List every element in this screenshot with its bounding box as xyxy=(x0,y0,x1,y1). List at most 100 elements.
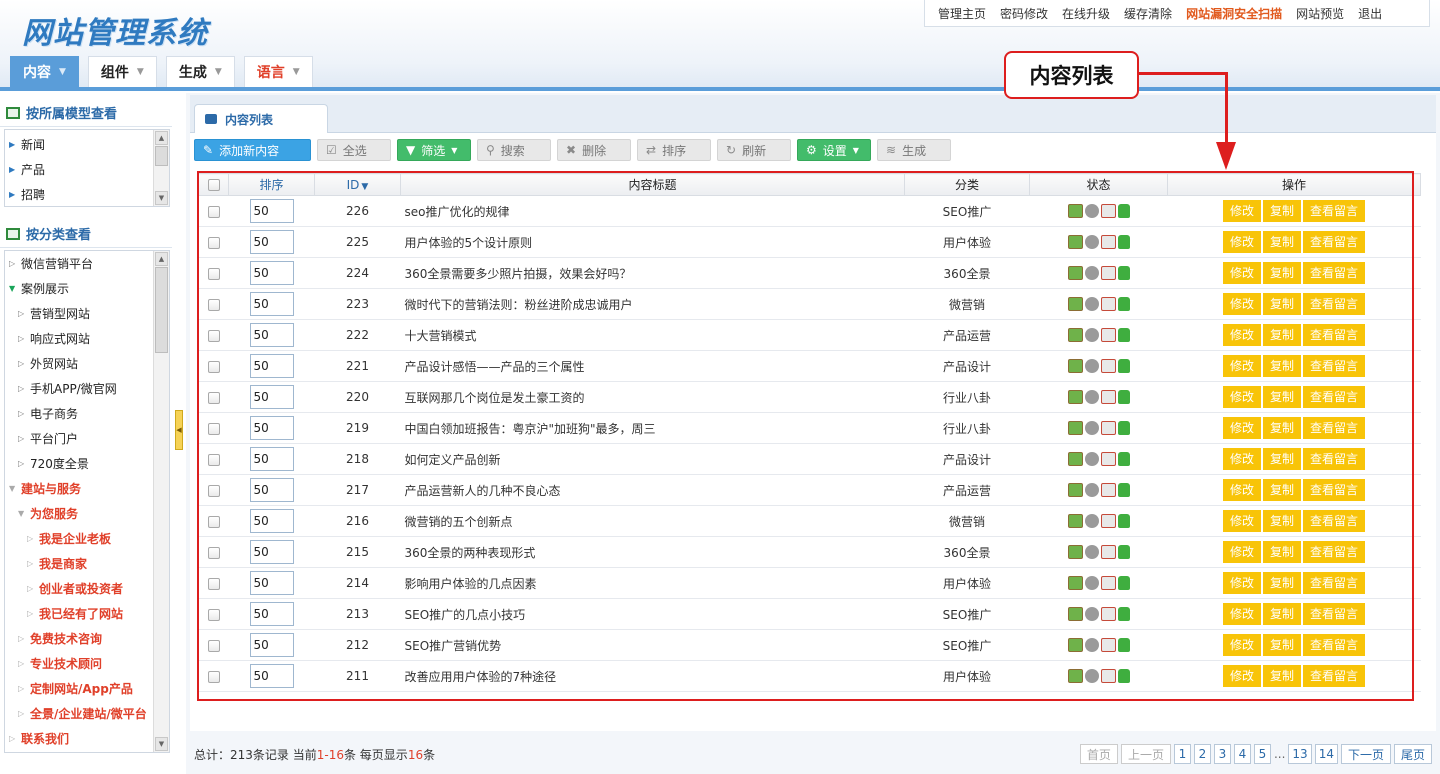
sidebar-category-item[interactable]: ▼ 案例展示 xyxy=(5,276,169,301)
page-number-button[interactable]: 2 xyxy=(1193,744,1211,764)
edit-button[interactable]: 修改 xyxy=(1222,603,1261,625)
lock-status-icon[interactable] xyxy=(1117,669,1130,684)
copy-button[interactable]: 复制 xyxy=(1262,200,1301,222)
sidebar-category-item[interactable]: ▷ 响应式网站 xyxy=(5,326,169,351)
cart-status-icon[interactable] xyxy=(1100,266,1116,281)
lock-status-icon[interactable] xyxy=(1117,638,1130,653)
caret-right-icon[interactable]: ▷ xyxy=(27,559,35,568)
sidebar-category-item[interactable]: ▷ 营销型网站 xyxy=(5,301,169,326)
view-comments-button[interactable]: 查看留言 xyxy=(1303,293,1366,315)
scroll-thumb[interactable] xyxy=(155,267,168,353)
copy-button[interactable]: 复制 xyxy=(1262,324,1301,346)
link-status-icon[interactable] xyxy=(1084,545,1099,560)
copy-button[interactable]: 复制 xyxy=(1262,262,1301,284)
view-comments-button[interactable]: 查看留言 xyxy=(1303,634,1366,656)
topnav-link[interactable]: 网站漏洞安全扫描 xyxy=(1179,5,1289,22)
sidebar-category-item[interactable]: ▷ 平台门户 xyxy=(5,426,169,451)
category-tree-scrollbar[interactable]: ▲ ▼ xyxy=(153,251,169,752)
caret-right-icon[interactable]: ▷ xyxy=(18,409,26,418)
cart-status-icon[interactable] xyxy=(1100,452,1116,467)
title-cell[interactable]: 改善应用用户体验的7种途径 xyxy=(400,660,905,692)
link-status-icon[interactable] xyxy=(1084,266,1099,281)
page-number-button[interactable]: 4 xyxy=(1233,744,1251,764)
sidebar-category-item[interactable]: ▼ 建站与服务 xyxy=(5,476,169,501)
sidebar-category-item[interactable]: ▷ 定制网站/App产品 xyxy=(5,676,169,701)
lock-status-icon[interactable] xyxy=(1117,421,1130,436)
row-checkbox[interactable] xyxy=(207,639,220,652)
cart-status-icon[interactable] xyxy=(1100,297,1116,312)
filter-button[interactable]: ▼ 筛选 ▼ xyxy=(397,139,471,161)
title-cell[interactable]: 十大营销模式 xyxy=(400,319,905,351)
lock-status-icon[interactable] xyxy=(1117,514,1130,529)
link-status-icon[interactable] xyxy=(1084,669,1099,684)
sidebar-category-item[interactable]: ▷ 720度全景 xyxy=(5,451,169,476)
copy-button[interactable]: 复制 xyxy=(1262,386,1301,408)
caret-right-icon[interactable]: ▷ xyxy=(18,309,26,318)
view-comments-button[interactable]: 查看留言 xyxy=(1303,541,1366,563)
row-checkbox[interactable] xyxy=(207,546,220,559)
edit-button[interactable]: 修改 xyxy=(1222,479,1261,501)
lock-status-icon[interactable] xyxy=(1117,390,1130,405)
caret-right-icon[interactable]: ▷ xyxy=(18,684,26,693)
view-comments-button[interactable]: 查看留言 xyxy=(1303,386,1366,408)
page-number-button[interactable]: 1 xyxy=(1173,744,1191,764)
edit-button[interactable]: 修改 xyxy=(1222,510,1261,532)
sidebar-category-item[interactable]: ▷ 手机APP/微官网 xyxy=(5,376,169,401)
copy-button[interactable]: 复制 xyxy=(1262,572,1301,594)
caret-right-icon[interactable]: ▷ xyxy=(27,534,35,543)
lock-status-icon[interactable] xyxy=(1117,607,1130,622)
row-checkbox[interactable] xyxy=(207,484,220,497)
view-comments-button[interactable]: 查看留言 xyxy=(1303,200,1366,222)
edit-button[interactable]: 修改 xyxy=(1222,541,1261,563)
sidebar-category-item[interactable]: ▷ 专业技术顾问 xyxy=(5,651,169,676)
lock-status-icon[interactable] xyxy=(1117,204,1130,219)
link-status-icon[interactable] xyxy=(1084,235,1099,250)
sidebar-category-item[interactable]: ▷ 全景/企业建站/微平台 xyxy=(5,701,169,726)
edit-button[interactable]: 修改 xyxy=(1222,634,1261,656)
topnav-link[interactable]: 管理主页 xyxy=(931,5,993,22)
order-input[interactable] xyxy=(249,261,294,285)
title-cell[interactable]: 产品设计感悟——产品的三个属性 xyxy=(400,350,905,382)
cart-status-icon[interactable] xyxy=(1100,483,1116,498)
order-input[interactable] xyxy=(249,509,294,533)
sidebar-category-item[interactable]: ▷ 免费技术咨询 xyxy=(5,626,169,651)
model-list-scrollbar[interactable]: ▲ ▼ xyxy=(153,130,169,206)
link-status-icon[interactable] xyxy=(1084,452,1099,467)
link-status-icon[interactable] xyxy=(1084,421,1099,436)
copy-button[interactable]: 复制 xyxy=(1262,231,1301,253)
copy-button[interactable]: 复制 xyxy=(1262,541,1301,563)
edit-button[interactable]: 修改 xyxy=(1222,200,1261,222)
page-number-button[interactable]: 13 xyxy=(1288,744,1312,764)
caret-down-icon[interactable]: ▼ xyxy=(9,484,17,493)
title-cell[interactable]: 影响用户体验的几点因素 xyxy=(400,567,905,599)
main-tab[interactable]: 语言 ▼ xyxy=(243,56,313,87)
order-input[interactable] xyxy=(249,230,294,254)
select-all-button[interactable]: ☑ 全选 xyxy=(317,139,391,161)
title-cell[interactable]: 如何定义产品创新 xyxy=(400,443,905,475)
title-cell[interactable]: 微时代下的营销法则：粉丝进阶成忠诚用户 xyxy=(400,288,905,320)
view-comments-button[interactable]: 查看留言 xyxy=(1303,665,1366,687)
generate-button[interactable]: ≋ 生成 xyxy=(877,139,951,161)
row-checkbox[interactable] xyxy=(207,608,220,621)
scroll-up-icon[interactable]: ▲ xyxy=(155,252,168,266)
order-input[interactable] xyxy=(249,478,294,502)
sidebar-model-item[interactable]: ▶ 招聘 xyxy=(5,182,169,206)
sort-button[interactable]: ⇄ 排序 xyxy=(637,139,711,161)
order-input[interactable] xyxy=(249,447,294,471)
caret-right-icon[interactable]: ▷ xyxy=(18,459,26,468)
settings-button[interactable]: ⚙ 设置 ▼ xyxy=(797,139,871,161)
cart-status-icon[interactable] xyxy=(1100,421,1116,436)
sidebar-category-item[interactable]: ▷ 我是企业老板 xyxy=(5,526,169,551)
cart-status-icon[interactable] xyxy=(1100,638,1116,653)
link-status-icon[interactable] xyxy=(1084,390,1099,405)
topnav-link[interactable]: 缓存清除 xyxy=(1117,5,1179,22)
cart-status-icon[interactable] xyxy=(1100,359,1116,374)
copy-button[interactable]: 复制 xyxy=(1262,603,1301,625)
image-status-icon[interactable] xyxy=(1067,328,1083,343)
view-comments-button[interactable]: 查看留言 xyxy=(1303,231,1366,253)
lock-status-icon[interactable] xyxy=(1117,452,1130,467)
column-id[interactable]: ID ▼ xyxy=(314,173,401,196)
order-input[interactable] xyxy=(249,199,294,223)
title-cell[interactable]: 中国白领加班报告：粤京沪"加班狗"最多，周三 xyxy=(400,412,905,444)
image-status-icon[interactable] xyxy=(1067,421,1083,436)
